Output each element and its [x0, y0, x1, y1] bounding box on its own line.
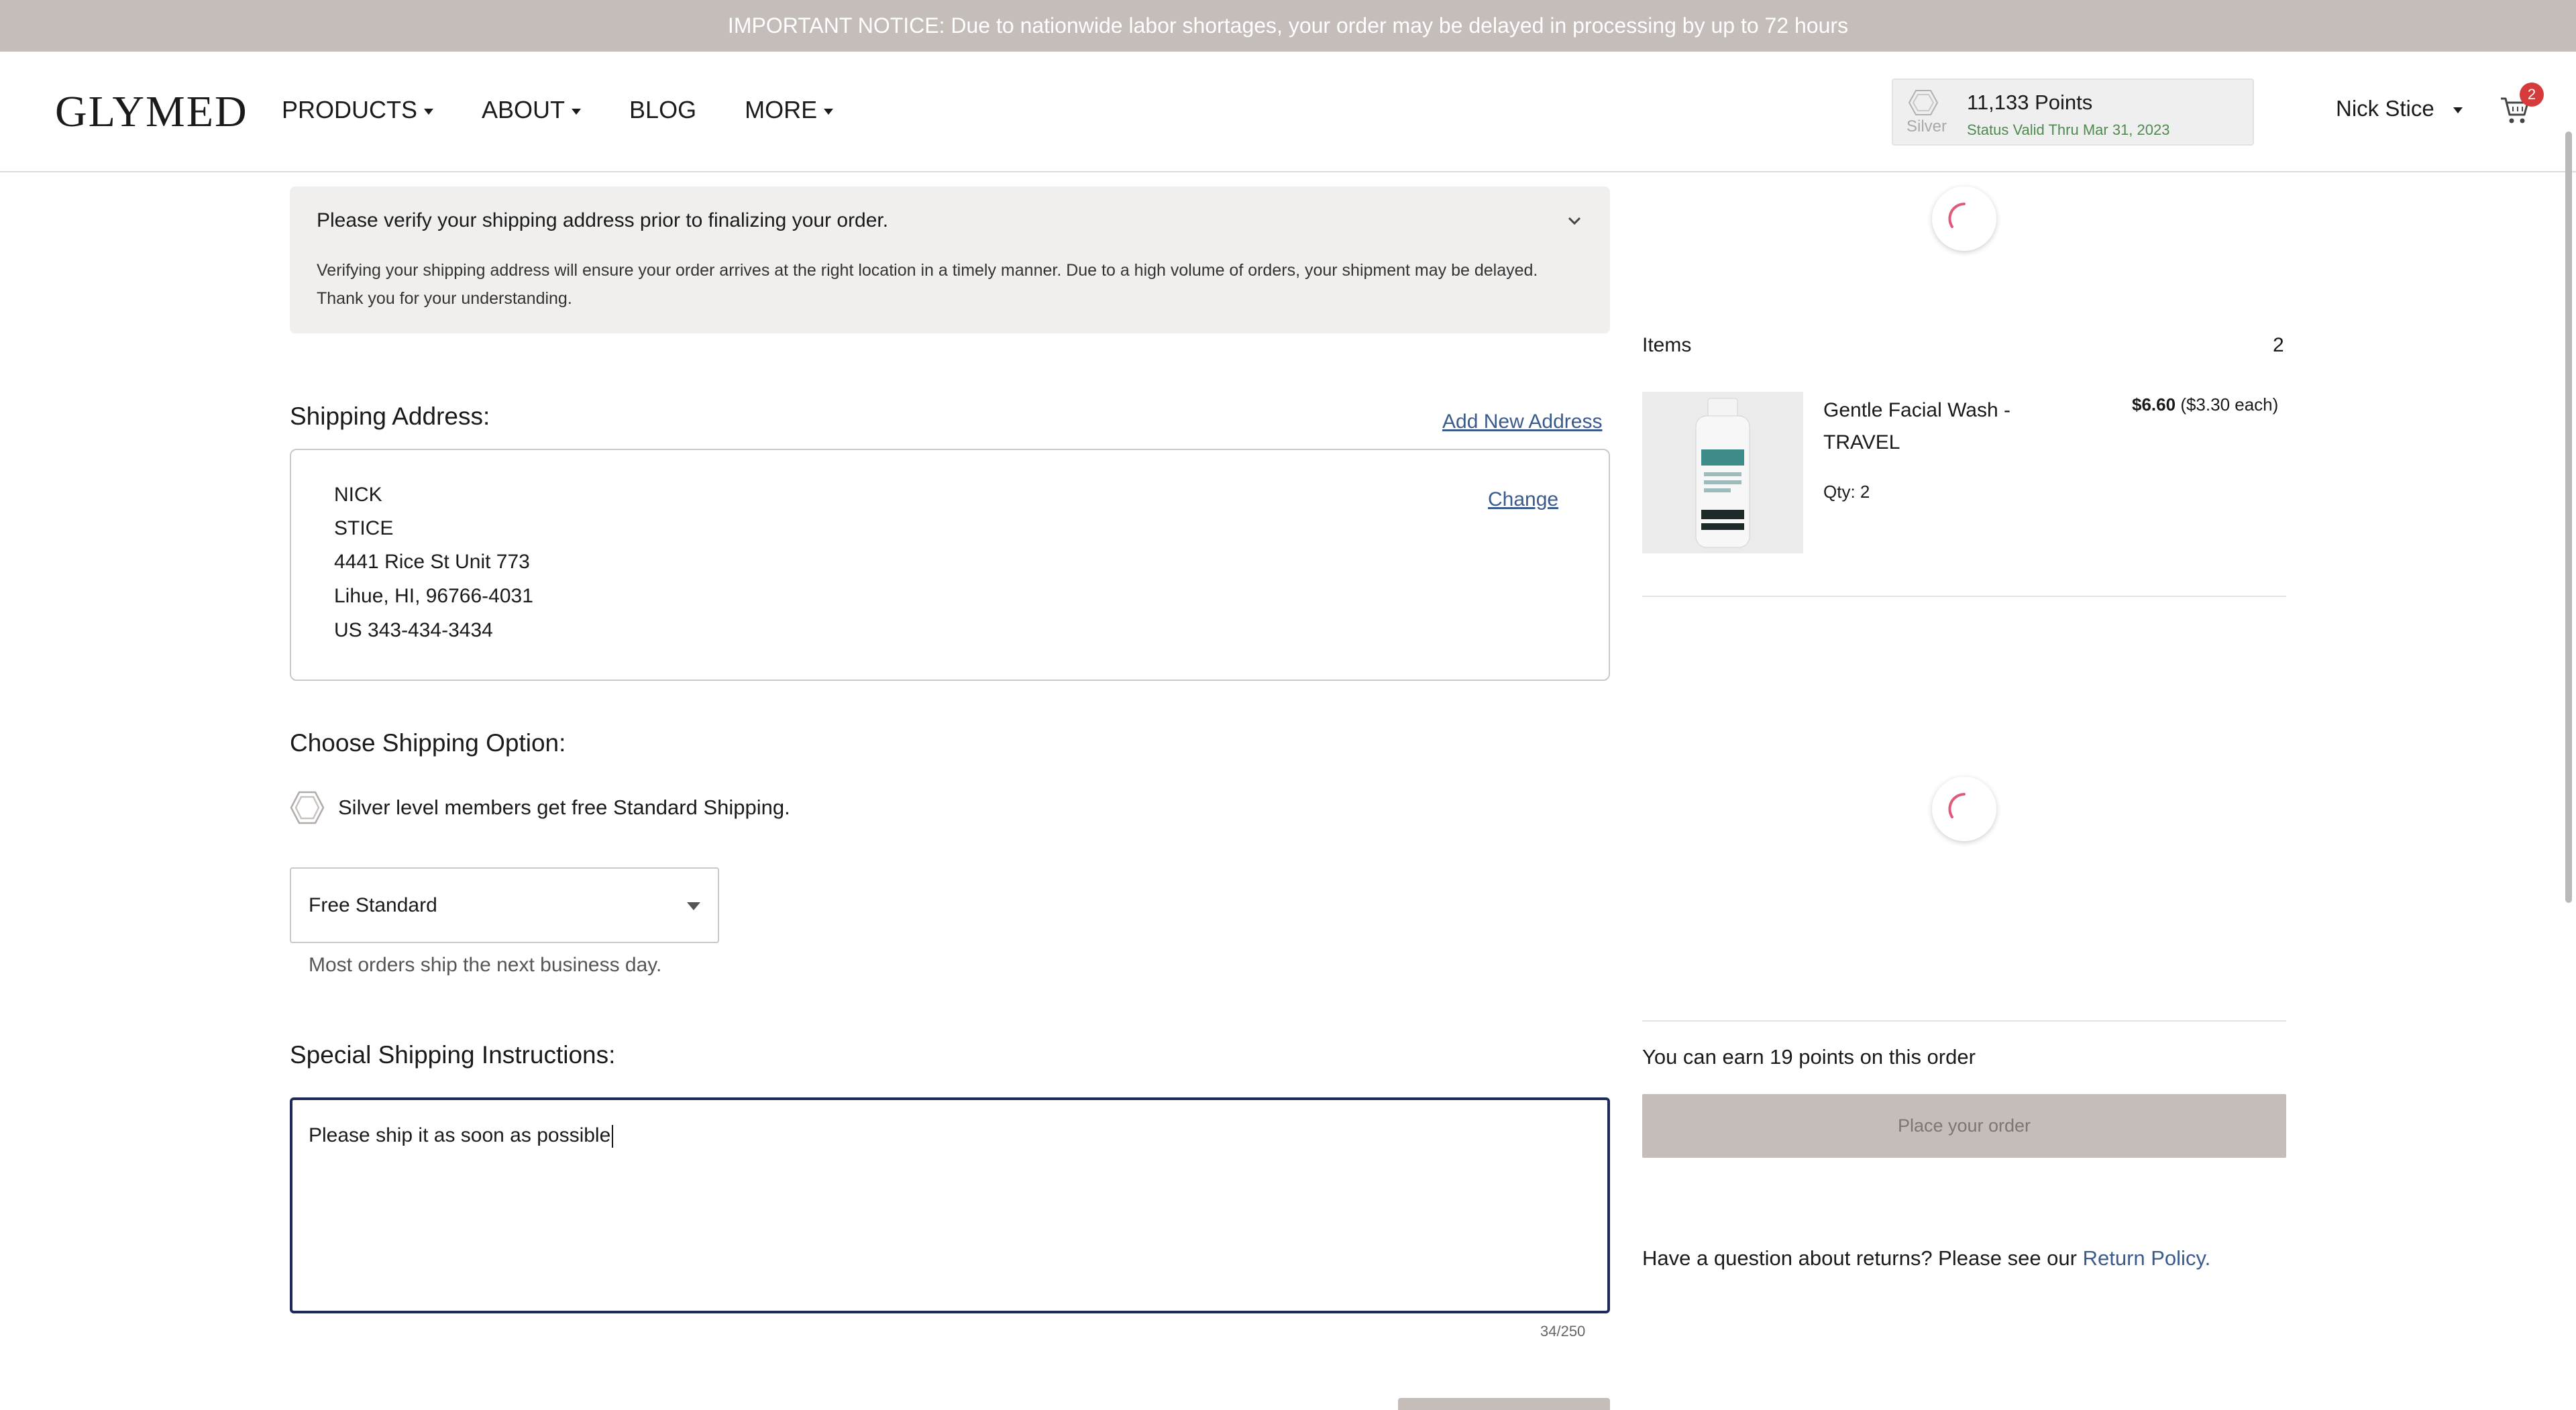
verify-body: Verifying your shipping address will ens… — [317, 261, 1538, 308]
change-address-link[interactable]: Change — [1488, 488, 1558, 511]
caret-down-icon — [824, 108, 834, 115]
verify-title: Please verify your shipping address prio… — [317, 209, 889, 231]
nav-blog-label: BLOG — [629, 96, 697, 123]
nav-more[interactable]: MORE — [745, 96, 834, 124]
user-name: Nick Stice — [2336, 96, 2434, 121]
product-total-price: $6.60 — [2132, 394, 2176, 415]
product-unit-price: ($3.30 each) — [2180, 394, 2279, 415]
product-price: $6.60 ($3.30 each) — [2132, 394, 2278, 415]
earn-points-text: You can earn 19 points on this order — [1642, 1045, 1976, 1069]
spinner-icon — [1948, 793, 1966, 818]
nav-about-label: ABOUT — [482, 96, 566, 123]
tier-shipping-note: Silver level members get free Standard S… — [290, 790, 790, 825]
silver-tier-icon — [1908, 90, 1939, 115]
spinner-icon — [1948, 203, 1966, 228]
nav-products-label: PRODUCTS — [282, 96, 418, 123]
silver-tier-icon — [290, 791, 325, 824]
nav-about[interactable]: ABOUT — [482, 96, 582, 124]
address-phone: US 343-434-3434 — [334, 619, 493, 641]
verify-address-panel: Please verify your shipping address prio… — [290, 186, 1610, 333]
main-nav: PRODUCTS ABOUT BLOG MORE — [282, 96, 881, 124]
character-counter: 34/250 — [1540, 1323, 1586, 1340]
user-menu[interactable]: Nick Stice — [2336, 96, 2463, 121]
summary-divider — [1642, 1020, 2286, 1022]
chevron-down-icon[interactable] — [1564, 211, 1585, 231]
continue-button-partial[interactable] — [1398, 1398, 1610, 1410]
address-last-name: STICE — [334, 517, 394, 539]
product-qty: Qty: 2 — [1823, 482, 1870, 502]
shipping-method-value: Free Standard — [309, 894, 437, 916]
points-tier: Silver — [1907, 117, 1947, 135]
scrollbar[interactable] — [2565, 131, 2572, 903]
returns-note: Have a question about returns? Please se… — [1642, 1246, 2210, 1270]
glymed-logo[interactable]: GLYMED — [55, 87, 248, 138]
return-policy-link[interactable]: Return Policy. — [2083, 1246, 2211, 1270]
text-cursor — [612, 1125, 614, 1148]
caret-down-icon — [2453, 107, 2463, 113]
address-card: NICK STICE 4441 Rice St Unit 773 Lihue, … — [290, 449, 1610, 681]
shipping-address-title: Shipping Address: — [290, 402, 490, 430]
product-image[interactable] — [1642, 392, 1803, 553]
points-widget[interactable]: Silver 11,133 Points Status Valid Thru M… — [1892, 78, 2254, 146]
caret-down-icon — [424, 108, 434, 115]
cart-count-badge: 2 — [2520, 83, 2544, 107]
loading-spinner — [1932, 186, 1996, 251]
address-city-state: Lihue, HI, 96766-4031 — [334, 585, 533, 607]
site-header: GLYMED PRODUCTS ABOUT BLOG MORE Silver 1… — [0, 52, 2576, 172]
caret-down-icon — [572, 108, 582, 115]
points-value: 11,133 Points — [1967, 91, 2093, 114]
tier-shipping-text: Silver level members get free Standard S… — [338, 796, 790, 819]
points-status: Status Valid Thru Mar 31, 2023 — [1967, 121, 2170, 138]
product-bottle-image — [1642, 392, 1803, 553]
loading-spinner — [1932, 777, 1996, 841]
notice-text: IMPORTANT NOTICE: Due to nationwide labo… — [727, 13, 1849, 38]
shipping-option-title: Choose Shipping Option: — [290, 729, 566, 757]
nav-more-label: MORE — [745, 96, 818, 123]
notice-banner: IMPORTANT NOTICE: Due to nationwide labo… — [0, 0, 2576, 52]
nav-products[interactable]: PRODUCTS — [282, 96, 434, 124]
caret-down-icon — [687, 902, 700, 910]
address-first-name: NICK — [334, 484, 382, 506]
address-street: 4441 Rice St Unit 773 — [334, 551, 530, 573]
summary-divider — [1642, 596, 2286, 597]
returns-text: Have a question about returns? Please se… — [1642, 1246, 2083, 1270]
product-name[interactable]: Gentle Facial Wash - TRAVEL — [1823, 394, 2051, 459]
shipping-method-help: Most orders ship the next business day. — [309, 954, 662, 976]
nav-blog[interactable]: BLOG — [629, 96, 696, 124]
instructions-textarea[interactable]: Please ship it as soon as possible — [290, 1097, 1610, 1313]
add-new-address-link[interactable]: Add New Address — [1442, 411, 1602, 433]
items-label: Items — [1642, 334, 1692, 356]
instructions-title: Special Shipping Instructions: — [290, 1041, 616, 1069]
items-count: 2 — [2273, 334, 2284, 356]
shipping-method-select[interactable]: Free Standard — [290, 867, 719, 943]
instructions-value: Please ship it as soon as possible — [309, 1124, 611, 1146]
place-order-button[interactable]: Place your order — [1642, 1094, 2286, 1158]
